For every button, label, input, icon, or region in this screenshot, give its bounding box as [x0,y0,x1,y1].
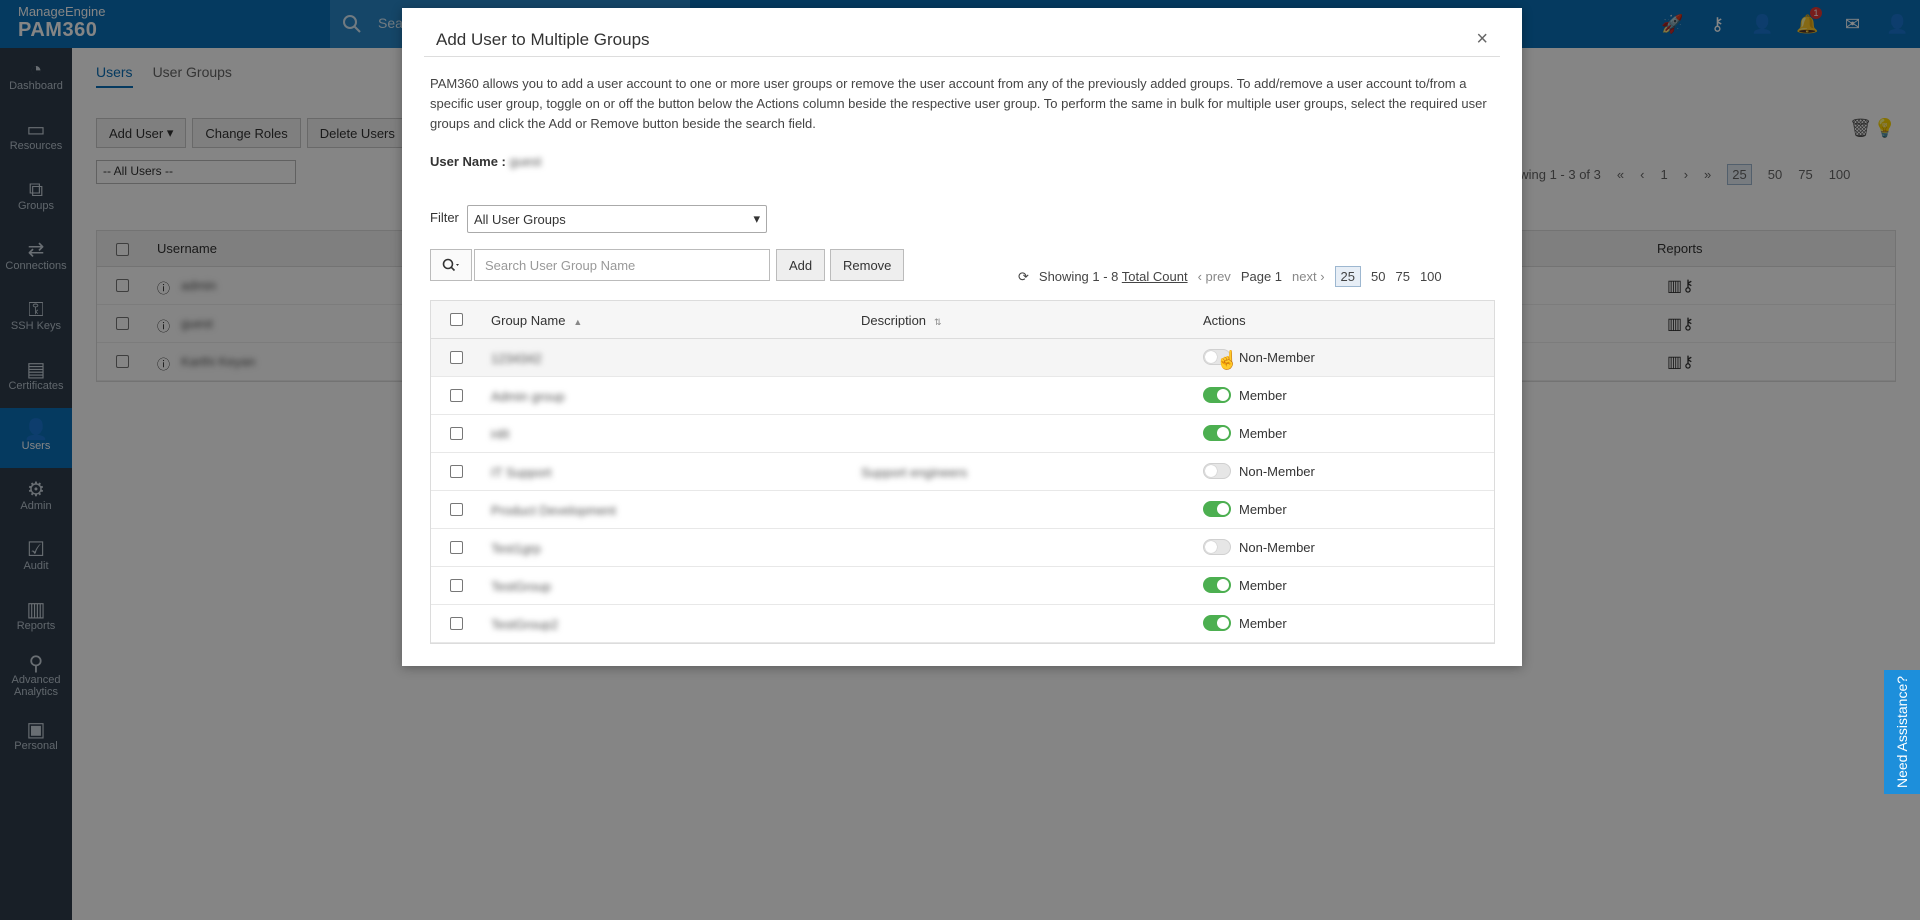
user-name-value: guest [509,154,542,169]
membership-action: Member [1203,387,1287,403]
remove-button[interactable]: Remove [830,249,905,281]
mouse-pointer-icon: ☝ [1216,350,1239,370]
chevron-down-icon: ▾ [753,211,760,226]
page-size-75[interactable]: 75 [1395,269,1409,284]
membership-status: Member [1239,577,1287,593]
row-checkbox[interactable] [450,503,463,516]
page-size-25[interactable]: 25 [1334,266,1362,287]
toggle-knob [1205,541,1217,553]
row-checkbox[interactable] [450,541,463,554]
membership-action: Member [1203,577,1287,593]
add-button[interactable]: Add [776,249,826,281]
group-name-cell: 1234342 [491,351,542,366]
membership-toggle[interactable] [1203,463,1231,479]
membership-action: Member [1203,501,1287,517]
toggle-knob [1217,503,1229,515]
row-checkbox[interactable] [450,351,463,364]
membership-status: Member [1239,387,1287,403]
group-name-header[interactable]: Group Name ▲ [491,313,582,328]
toggle-knob [1205,465,1217,477]
sort-icon: ▲ [573,317,583,327]
toggle-knob [1217,617,1229,629]
showing-range: Showing 1 - 8 Total Count [1038,269,1188,284]
group-name-cell: HR [491,427,510,442]
sort-icon: ⇅ [934,317,942,327]
membership-status: Member [1239,615,1287,631]
membership-status: Member [1239,425,1287,441]
table-row: Test1grp Non-Member [431,529,1494,567]
title-divider [424,56,1500,57]
membership-action: Non-Member [1203,463,1315,479]
table-row: IT Support Support engineers Non-Member [431,453,1494,491]
user-name-label: User Name : [430,154,506,169]
user-name-row: User Name : guest [430,154,541,169]
group-filter-select[interactable]: All User Groups ▾ [467,205,767,233]
actions-header: Actions [1203,313,1246,328]
toggle-knob [1217,389,1229,401]
membership-toggle[interactable] [1203,615,1231,631]
group-name-cell: Admin group [491,389,565,404]
total-count-link[interactable]: Total Count [1122,269,1188,284]
table-row: TestGroup Member [431,567,1494,605]
table-row: Admin group Member [431,377,1494,415]
add-user-to-groups-dialog: Add User to Multiple Groups × PAM360 all… [402,8,1522,666]
group-pager: ⟳ Showing 1 - 8 Total Count ‹ prev Page … [1018,266,1442,287]
row-checkbox[interactable] [450,465,463,478]
membership-action: Member [1203,615,1287,631]
membership-toggle[interactable] [1203,387,1231,403]
membership-status: Non-Member [1239,463,1315,479]
toggle-knob [1217,427,1229,439]
membership-toggle[interactable] [1203,501,1231,517]
toggle-knob [1217,579,1229,591]
table-row: 1234342 Non-Member [431,339,1494,377]
group-description-cell: Support engineers [861,465,968,480]
row-checkbox[interactable] [450,579,463,592]
membership-toggle[interactable] [1203,425,1231,441]
group-name-cell: IT Support [491,465,552,480]
membership-status: Non-Member [1239,539,1315,555]
row-checkbox[interactable] [450,389,463,402]
membership-action: Member [1203,425,1287,441]
table-row: TestGroup2 Member [431,605,1494,643]
group-name-cell: TestGroup2 [491,617,559,632]
row-checkbox[interactable] [450,617,463,630]
page-indicator: Page 1 [1240,269,1283,284]
membership-toggle[interactable] [1203,577,1231,593]
need-assistance-button[interactable]: Need Assistance? [1884,670,1920,794]
refresh-icon[interactable]: ⟳ [1018,269,1029,285]
membership-toggle[interactable] [1203,539,1231,555]
next-page-link[interactable]: next › [1292,269,1325,284]
filter-label: Filter [430,210,459,225]
membership-status: Non-Member [1239,349,1315,365]
membership-action: Non-Member [1203,539,1315,555]
group-filter-value: All User Groups [474,211,566,227]
group-name-cell: TestGroup [491,579,551,594]
prev-page-link[interactable]: ‹ prev [1198,269,1231,284]
table-header: Group Name ▲ Description ⇅ Actions [431,301,1494,339]
select-all-checkbox[interactable] [450,313,463,326]
group-name-cell: Product Development [491,503,617,518]
table-row: Product Development Member [431,491,1494,529]
close-icon[interactable]: × [1476,28,1488,51]
membership-status: Member [1239,501,1287,517]
page-size-100[interactable]: 100 [1420,269,1442,284]
row-checkbox[interactable] [450,427,463,440]
group-search-input[interactable]: Search User Group Name [474,249,770,281]
search-icon [442,258,459,272]
table-row: HR Member [431,415,1494,453]
dialog-description: PAM360 allows you to add a user account … [430,76,1487,131]
dialog-title: Add User to Multiple Groups [436,30,650,49]
description-header[interactable]: Description ⇅ [861,313,942,328]
group-name-cell: Test1grp [491,541,541,556]
user-groups-table: Group Name ▲ Description ⇅ Actions 1234342… [430,300,1495,644]
search-options-button[interactable] [430,249,472,281]
page-size-50[interactable]: 50 [1371,269,1385,284]
